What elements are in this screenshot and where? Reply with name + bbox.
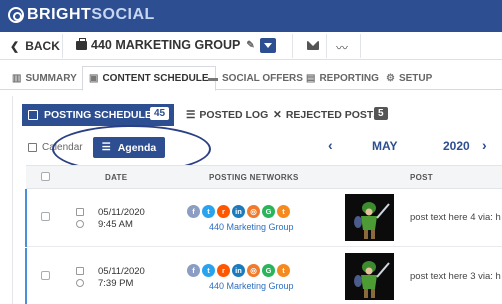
- tab-label: SUMMARY: [25, 72, 77, 84]
- post-date: 05/11/2020: [98, 207, 145, 218]
- chevron-left-icon: ❮: [10, 40, 20, 53]
- facebook-icon: f: [187, 264, 200, 277]
- header-post: POST: [410, 173, 433, 182]
- top-header-bar: BRIGHT SOCIAL: [0, 0, 502, 32]
- tab-social-offers[interactable]: ▬ SOCIAL OFFERS: [202, 66, 309, 90]
- table-row[interactable]: 05/11/2020 9:45 AM f t r in ◎ G t 440 Ma…: [25, 189, 502, 247]
- tab-rejected-posts[interactable]: ✕ REJECTED POSTS: [273, 104, 380, 126]
- linkedin-icon: in: [232, 205, 245, 218]
- tab-content-schedule[interactable]: ▣ CONTENT SCHEDULE: [82, 66, 216, 91]
- divider: [326, 34, 327, 58]
- tab-summary[interactable]: ▥ SUMMARY: [6, 66, 83, 90]
- post-image: [345, 253, 394, 300]
- post-date: 05/11/2020: [98, 266, 145, 277]
- back-label: BACK: [25, 39, 60, 53]
- instagram-icon: ◎: [247, 264, 260, 277]
- calendar-icon: [28, 143, 37, 152]
- header-date: DATE: [105, 173, 128, 182]
- clock-icon: [76, 220, 84, 228]
- tab-posted-log[interactable]: ☰ POSTED LOG: [186, 104, 268, 126]
- google-business-icon: G: [262, 205, 275, 218]
- group-toolbar: ❮ BACK 440 MARKETING GROUP ✎: [0, 32, 502, 60]
- calendar-icon: [28, 110, 38, 120]
- divider: [62, 34, 63, 58]
- tab-label: SOCIAL OFFERS: [222, 72, 303, 84]
- header-posting-networks: POSTING NETWORKS: [209, 173, 299, 182]
- post-image: [345, 194, 394, 241]
- clock-icon: [76, 279, 84, 287]
- facebook-icon: f: [187, 205, 200, 218]
- agenda-table-header: DATE POSTING NETWORKS POST: [26, 165, 502, 189]
- posting-count-badge: 45: [150, 107, 170, 120]
- linkedin-icon: in: [232, 264, 245, 277]
- row-checkbox[interactable]: [41, 212, 50, 221]
- twitter-icon: t: [202, 205, 215, 218]
- document-icon: ▤: [306, 72, 316, 84]
- bar-chart-icon: ▥: [12, 72, 22, 84]
- month-label: MAY: [372, 139, 398, 153]
- post-thumbnail[interactable]: [345, 194, 394, 241]
- group-selector[interactable]: 440 MARKETING GROUP ✎: [76, 37, 255, 52]
- tumblr-icon: t: [277, 264, 290, 277]
- year-label: 2020: [443, 139, 470, 153]
- back-button[interactable]: ❮ BACK: [10, 39, 60, 53]
- prev-month-button[interactable]: ‹: [328, 137, 333, 153]
- tumblr-icon: t: [277, 205, 290, 218]
- group-name: 440 MARKETING GROUP: [91, 38, 241, 52]
- post-time: 9:45 AM: [98, 219, 133, 230]
- reddit-icon: r: [217, 264, 230, 277]
- tab-label: REPORTING: [319, 72, 379, 84]
- briefcase-icon: [76, 37, 87, 50]
- select-all-checkbox[interactable]: [41, 172, 50, 181]
- list-icon: ☰: [186, 109, 196, 121]
- tab-label: SETUP: [398, 72, 433, 84]
- instagram-icon: ◎: [247, 205, 260, 218]
- edit-pencil-icon[interactable]: ✎: [246, 40, 254, 51]
- post-text: post text here 4 via: h: [410, 212, 501, 223]
- group-dropdown-button[interactable]: [260, 38, 276, 53]
- logo-text-bright: BRIGHT: [27, 6, 92, 23]
- brightsocial-logo[interactable]: BRIGHT SOCIAL: [8, 6, 155, 24]
- main-tabs: ▥ SUMMARY ▣ CONTENT SCHEDULE ▬ SOCIAL OF…: [0, 66, 502, 91]
- ticket-icon: ▬: [208, 72, 218, 84]
- group-link[interactable]: 440 Marketing Group: [209, 222, 294, 232]
- rejected-count-badge: 5: [374, 107, 388, 120]
- post-time: 7:39 PM: [98, 278, 134, 289]
- mail-icon[interactable]: [307, 41, 319, 50]
- tab-label: CONTENT SCHEDULE: [102, 73, 209, 84]
- row-checkbox[interactable]: [41, 271, 50, 280]
- google-business-icon: G: [262, 264, 275, 277]
- activity-icon[interactable]: 〰: [336, 39, 348, 56]
- next-month-button[interactable]: ›: [482, 137, 487, 153]
- tab-label: POSTING SCHEDULE: [44, 109, 152, 121]
- calendar-icon: [76, 267, 84, 275]
- divider: [292, 34, 293, 58]
- tab-reporting[interactable]: ▤ REPORTING: [300, 66, 385, 90]
- post-thumbnail[interactable]: [345, 253, 394, 300]
- reddit-icon: r: [217, 205, 230, 218]
- group-link[interactable]: 440 Marketing Group: [209, 281, 294, 291]
- post-text: post text here 3 via: h: [410, 271, 501, 282]
- logo-text-social: SOCIAL: [91, 6, 155, 23]
- tab-label: REJECTED POSTS: [285, 109, 381, 121]
- twitter-icon: t: [202, 264, 215, 277]
- divider: [360, 34, 361, 58]
- calendar-icon: ▣: [89, 73, 99, 84]
- tab-setup[interactable]: ⚙ SETUP: [380, 66, 438, 90]
- tab-label: POSTED LOG: [199, 109, 269, 121]
- close-icon: ✕: [273, 109, 282, 121]
- logo-mark-icon: [8, 7, 24, 23]
- calendar-icon: [76, 208, 84, 216]
- gear-icon: ⚙: [386, 72, 395, 84]
- table-row[interactable]: 05/11/2020 7:39 PM f t r in ◎ G t 440 Ma…: [25, 248, 502, 304]
